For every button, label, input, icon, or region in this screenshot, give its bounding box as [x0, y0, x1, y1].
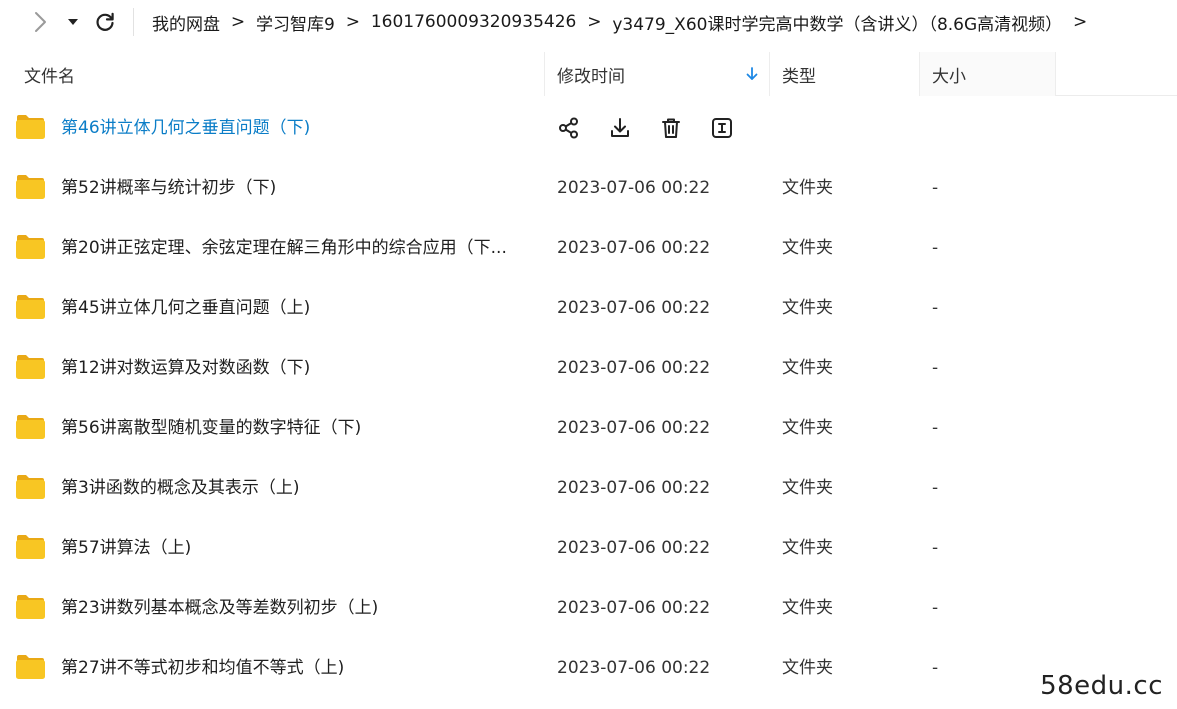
- breadcrumb-item-library[interactable]: 学习智库9: [256, 10, 335, 35]
- file-size: -: [932, 418, 939, 438]
- file-size: -: [932, 178, 939, 198]
- file-type: 文件夹: [782, 418, 833, 438]
- breadcrumb-separator: >: [587, 12, 602, 32]
- file-modified-date: 2023-07-06 00:22: [557, 358, 711, 378]
- rename-icon: [712, 118, 732, 138]
- folder-icon: [16, 175, 45, 199]
- folder-icon: [16, 475, 45, 499]
- column-divider[interactable]: [1055, 52, 1056, 96]
- column-header-size[interactable]: 大小: [920, 52, 1055, 96]
- file-type: 文件夹: [782, 538, 833, 558]
- file-size: -: [932, 538, 939, 558]
- file-modified-date: 2023-07-06 00:22: [557, 658, 711, 678]
- history-dropdown-button[interactable]: [64, 10, 82, 34]
- column-header-type-label: 类型: [782, 66, 816, 87]
- folder-icon: [16, 415, 45, 439]
- refresh-button[interactable]: [92, 8, 118, 36]
- breadcrumb-separator: >: [345, 12, 360, 32]
- file-row[interactable]: 第46讲立体几何之垂直问题（下): [0, 98, 1177, 158]
- file-type: 文件夹: [782, 358, 833, 378]
- breadcrumb: 我的网盘 > 学习智库9 > 1601760009320935426 > y34…: [152, 0, 1098, 44]
- file-size: -: [932, 358, 939, 378]
- file-name[interactable]: 第46讲立体几何之垂直问题（下): [61, 98, 531, 158]
- file-name[interactable]: 第20讲正弦定理、余弦定理在解三角形中的综合应用（下...: [61, 218, 531, 278]
- folder-icon: [16, 235, 45, 259]
- file-row[interactable]: 第56讲离散型随机变量的数字特征（下) 2023-07-06 00:22 文件夹…: [0, 398, 1177, 458]
- file-row[interactable]: 第3讲函数的概念及其表示（上) 2023-07-06 00:22 文件夹 -: [0, 458, 1177, 518]
- trash-icon: [662, 118, 680, 138]
- file-name[interactable]: 第57讲算法（上): [61, 518, 531, 578]
- refresh-icon: [96, 12, 114, 31]
- file-size: -: [932, 658, 939, 678]
- file-size: -: [932, 598, 939, 618]
- file-type: 文件夹: [782, 298, 833, 318]
- breadcrumb-item-id-folder[interactable]: 1601760009320935426: [371, 12, 577, 32]
- file-modified-date: 2023-07-06 00:22: [557, 178, 711, 198]
- file-row[interactable]: 第27讲不等式初步和均值不等式（上) 2023-07-06 00:22 文件夹 …: [0, 638, 1177, 698]
- file-name[interactable]: 第12讲对数运算及对数函数（下): [61, 338, 531, 398]
- breadcrumb-item-course-folder[interactable]: y3479_X60课时学完高中数学（含讲义）（8.6G高清视频）: [612, 10, 1062, 35]
- folder-icon: [16, 595, 45, 619]
- file-modified-date: 2023-07-06 00:22: [557, 598, 711, 618]
- file-type: 文件夹: [782, 178, 833, 198]
- file-name[interactable]: 第56讲离散型随机变量的数字特征（下): [61, 398, 531, 458]
- file-name[interactable]: 第3讲函数的概念及其表示（上): [61, 458, 531, 518]
- folder-icon: [16, 115, 45, 139]
- file-type: 文件夹: [782, 658, 833, 678]
- file-list-header: 文件名 修改时间 类型 大小: [0, 52, 1177, 96]
- file-row[interactable]: 第23讲数列基本概念及等差数列初步（上) 2023-07-06 00:22 文件…: [0, 578, 1177, 638]
- column-header-size-label: 大小: [932, 66, 966, 87]
- breadcrumb-more-separator[interactable]: >: [1062, 12, 1098, 32]
- file-row[interactable]: 第52讲概率与统计初步（下) 2023-07-06 00:22 文件夹 -: [0, 158, 1177, 218]
- file-size: -: [932, 298, 939, 318]
- breadcrumb-separator: >: [230, 12, 246, 32]
- breadcrumb-item-my-drive[interactable]: 我的网盘: [152, 10, 220, 35]
- column-header-name-label: 文件名: [24, 66, 75, 87]
- chevron-right-icon: [35, 12, 46, 32]
- share-button[interactable]: [556, 115, 582, 141]
- folder-icon: [16, 355, 45, 379]
- download-button[interactable]: [607, 115, 633, 141]
- file-row[interactable]: 第45讲立体几何之垂直问题（上) 2023-07-06 00:22 文件夹 -: [0, 278, 1177, 338]
- column-header-type[interactable]: 类型: [770, 52, 919, 96]
- file-size: -: [932, 238, 939, 258]
- file-modified-date: 2023-07-06 00:22: [557, 298, 711, 318]
- rename-button[interactable]: [709, 115, 735, 141]
- folder-icon: [16, 655, 45, 679]
- sort-arrow-down-icon: [746, 67, 758, 80]
- top-navigation-bar: 我的网盘 > 学习智库9 > 1601760009320935426 > y34…: [0, 0, 1177, 44]
- file-name[interactable]: 第23讲数列基本概念及等差数列初步（上): [61, 578, 531, 638]
- share-icon: [559, 117, 578, 139]
- folder-icon: [16, 535, 45, 559]
- caret-down-icon: [68, 19, 78, 25]
- column-header-modified[interactable]: 修改时间: [545, 52, 769, 96]
- file-name[interactable]: 第45讲立体几何之垂直问题（上): [61, 278, 531, 338]
- forward-button[interactable]: [28, 10, 52, 34]
- file-type: 文件夹: [782, 478, 833, 498]
- download-icon: [611, 118, 629, 137]
- file-size: -: [932, 478, 939, 498]
- file-name[interactable]: 第27讲不等式初步和均值不等式（上): [61, 638, 531, 698]
- file-row[interactable]: 第20讲正弦定理、余弦定理在解三角形中的综合应用（下... 2023-07-06…: [0, 218, 1177, 278]
- file-modified-date: 2023-07-06 00:22: [557, 418, 711, 438]
- toolbar-divider: [133, 8, 134, 36]
- column-header-modified-label: 修改时间: [557, 66, 625, 87]
- file-row[interactable]: 第57讲算法（上) 2023-07-06 00:22 文件夹 -: [0, 518, 1177, 578]
- file-type: 文件夹: [782, 238, 833, 258]
- file-name[interactable]: 第52讲概率与统计初步（下): [61, 158, 531, 218]
- watermark: 58edu.cc: [1040, 671, 1163, 701]
- folder-icon: [16, 295, 45, 319]
- file-modified-date: 2023-07-06 00:22: [557, 538, 711, 558]
- file-modified-date: 2023-07-06 00:22: [557, 478, 711, 498]
- file-modified-date: 2023-07-06 00:22: [557, 238, 711, 258]
- column-header-name[interactable]: 文件名: [0, 52, 544, 96]
- row-actions: [556, 115, 760, 141]
- delete-button[interactable]: [658, 115, 684, 141]
- file-list: 第46讲立体几何之垂直问题（下) 第52讲概率与统计初步（下) 2023-07-…: [0, 98, 1177, 698]
- file-type: 文件夹: [782, 598, 833, 618]
- file-row[interactable]: 第12讲对数运算及对数函数（下) 2023-07-06 00:22 文件夹 -: [0, 338, 1177, 398]
